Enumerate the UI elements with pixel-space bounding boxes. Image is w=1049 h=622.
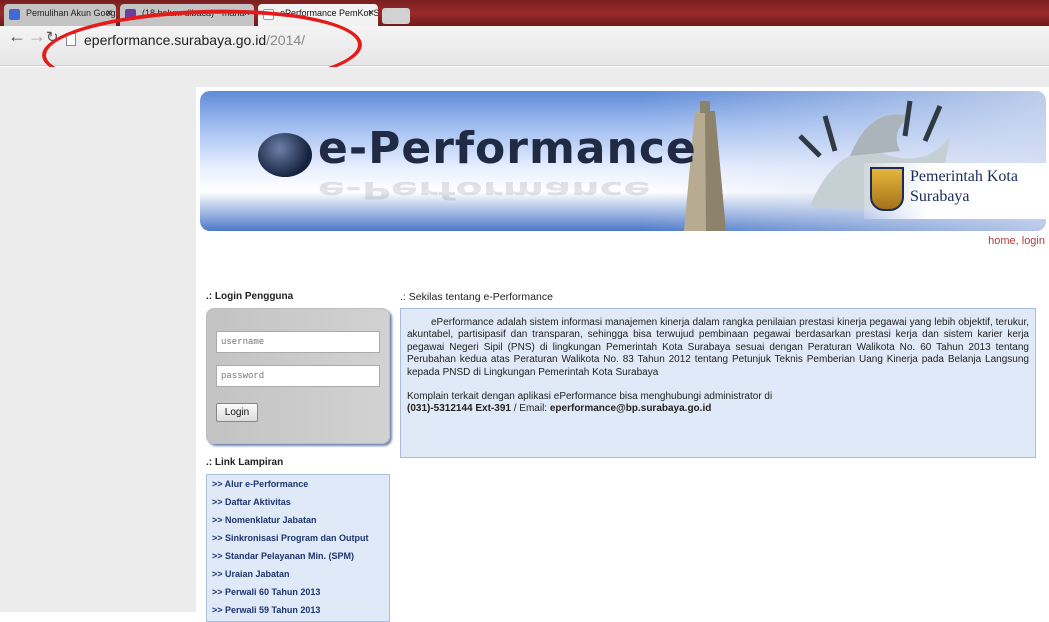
back-arrow-icon[interactable]: ← <box>8 26 26 47</box>
government-badge: Pemerintah Kota Surabaya <box>864 163 1046 219</box>
link-perwali-60[interactable]: >> Perwali 60 Tahun 2013 <box>207 583 389 601</box>
tab-title: ePerformance PemKot SU <box>280 8 378 18</box>
surabaya-crest-icon <box>870 167 904 211</box>
new-tab-button[interactable] <box>382 8 410 24</box>
link-uraian-jabatan[interactable]: >> Uraian Jabatan <box>207 565 389 583</box>
government-name: Pemerintah Kota Surabaya <box>910 167 1018 207</box>
browser-tabstrip: Pemulihan Akun Google × (18 belum dibaca… <box>0 0 1049 26</box>
email-address: eperformance@bp.surabaya.go.id <box>549 403 712 415</box>
logo-reflection: e-Performance <box>318 176 651 204</box>
close-icon[interactable]: × <box>368 8 374 19</box>
info-panel: ePerformance adalah sistem informasi man… <box>400 308 1036 458</box>
username-input[interactable] <box>216 331 380 353</box>
links-section-title: .: Link Lampiran <box>206 457 284 468</box>
login-section-title: .: Login Pengguna <box>206 291 294 302</box>
government-name-line2: Surabaya <box>910 188 970 205</box>
header-banner: e-Performance e-Performance Pemerintah K… <box>200 91 1046 231</box>
description-paragraph: ePerformance adalah sistem informasi man… <box>407 317 1029 378</box>
link-nomenklatur-jabatan[interactable]: >> Nomenklatur Jabatan <box>207 511 389 529</box>
page-icon <box>263 9 274 20</box>
phone-number: (031)-5312144 Ext-391 <box>407 403 511 415</box>
forward-arrow-icon[interactable]: → <box>28 26 46 47</box>
home-link[interactable]: home <box>988 235 1016 247</box>
tab-pemulihan-akun[interactable]: Pemulihan Akun Google × <box>4 4 116 26</box>
tab-title: Pemulihan Akun Google <box>26 8 116 18</box>
browser-toolbar: ← → ↻ eperformance.surabaya.go.id/2014/ <box>0 26 1049 66</box>
link-standar-pelayanan[interactable]: >> Standar Pelayanan Min. (SPM) <box>207 547 389 565</box>
link-daftar-aktivitas[interactable]: >> Daftar Aktivitas <box>207 493 389 511</box>
site-logo-text: e-Performance <box>318 123 697 174</box>
link-sinkronisasi-program[interactable]: >> Sinkronisasi Program dan Output <box>207 529 389 547</box>
page-background: e-Performance e-Performance Pemerintah K… <box>0 67 1049 622</box>
tab-eperformance[interactable]: ePerformance PemKot SU × <box>258 4 378 26</box>
top-links: home, login <box>988 235 1045 247</box>
reload-icon[interactable]: ↻ <box>46 28 59 46</box>
mail-icon <box>125 9 136 20</box>
address-bar[interactable]: eperformance.surabaya.go.id/2014/ <box>70 28 970 54</box>
link-alur-eperformance[interactable]: >> Alur e-Performance <box>207 475 389 493</box>
link-perwali-59[interactable]: >> Perwali 59 Tahun 2013 <box>207 601 389 619</box>
info-section-title: .: Sekilas tentang e-Performance <box>400 291 553 303</box>
tab-title: (18 belum dibaca) - mana <box>142 8 245 18</box>
url-host: eperformance.surabaya.go.id <box>84 32 267 48</box>
contact-line: (031)-5312144 Ext-391 / Email: eperforma… <box>407 403 1029 415</box>
google-icon <box>9 9 20 20</box>
tab-mail[interactable]: (18 belum dibaca) - mana × <box>120 4 254 26</box>
login-button[interactable]: Login <box>216 403 258 422</box>
login-link[interactable]: login <box>1022 235 1045 247</box>
complaint-text: Komplain terkait dengan aplikasi ePerfor… <box>407 391 773 403</box>
email-label: / Email: <box>510 403 550 415</box>
close-icon[interactable]: × <box>106 8 112 19</box>
attachment-links-panel: >> Alur e-Performance >> Daftar Aktivita… <box>206 474 390 622</box>
eperformance-logo-icon <box>258 133 312 177</box>
page-content: e-Performance e-Performance Pemerintah K… <box>196 87 1049 622</box>
login-form: Login <box>206 308 390 444</box>
government-name-line1: Pemerintah Kota <box>910 168 1018 185</box>
close-icon[interactable]: × <box>244 8 250 19</box>
url-path: /2014/ <box>266 32 306 48</box>
password-input[interactable] <box>216 365 380 387</box>
